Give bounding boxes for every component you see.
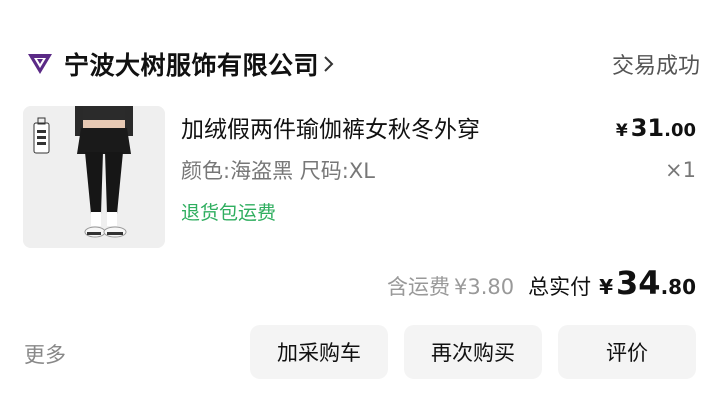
- product-image[interactable]: [23, 106, 165, 248]
- product-tag-icon: [33, 117, 50, 154]
- add-to-cart-button[interactable]: 加采购车: [250, 325, 388, 379]
- order-status: 交易成功: [611, 54, 700, 79]
- total-price: ¥ 34 .80: [599, 264, 696, 302]
- unit-price-decimal: .00: [664, 120, 696, 141]
- unit-price-currency: ¥: [615, 121, 628, 141]
- shipping-label: 含运费: [386, 275, 450, 299]
- total-currency: ¥: [599, 275, 614, 299]
- unit-price: ¥ 31 .00: [616, 114, 696, 142]
- return-shipping-tag: 退货包运费: [181, 202, 277, 224]
- rebuy-button[interactable]: 再次购买: [404, 325, 542, 379]
- total-decimal: .80: [660, 275, 696, 299]
- shop-header[interactable]: 宁波大树服饰有限公司 交易成功: [24, 44, 700, 84]
- total-label: 总实付: [528, 275, 592, 299]
- product-quantity: ×1: [665, 158, 696, 182]
- product-spec: 颜色:海盗黑 尺码:XL: [181, 159, 375, 183]
- more-button[interactable]: 更多: [24, 339, 66, 369]
- shop-logo-icon: [24, 48, 56, 80]
- shop-name[interactable]: 宁波大树服饰有限公司: [64, 46, 319, 82]
- chevron-right-icon[interactable]: [323, 54, 335, 74]
- product-title[interactable]: 加绒假两件瑜伽裤女秋冬外穿: [181, 110, 480, 144]
- review-button[interactable]: 评价: [558, 325, 696, 379]
- unit-price-integer: 31: [630, 114, 665, 142]
- shipping-value: ¥3.80: [453, 275, 515, 299]
- order-summary: 含运费 ¥3.80 总实付 ¥ 34 .80: [387, 264, 696, 302]
- total-integer: 34: [616, 264, 661, 302]
